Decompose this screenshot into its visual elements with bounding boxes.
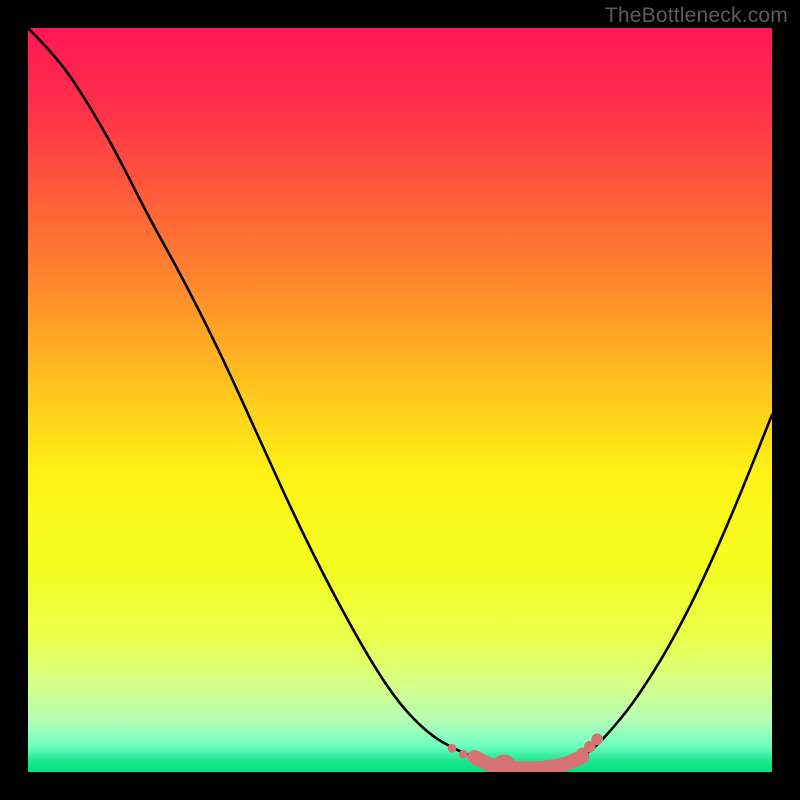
highlight-markers — [448, 733, 603, 772]
highlight-dot — [493, 754, 516, 772]
chart-svg — [28, 28, 772, 772]
highlight-dot — [591, 733, 603, 745]
highlight-dot — [459, 750, 468, 759]
plot-area — [28, 28, 772, 772]
watermark-text: TheBottleneck.com — [605, 4, 788, 28]
highlight-dot — [448, 744, 457, 753]
highlight-dot — [558, 757, 570, 769]
frame: TheBottleneck.com — [0, 0, 800, 800]
bottleneck-curve — [28, 28, 772, 768]
